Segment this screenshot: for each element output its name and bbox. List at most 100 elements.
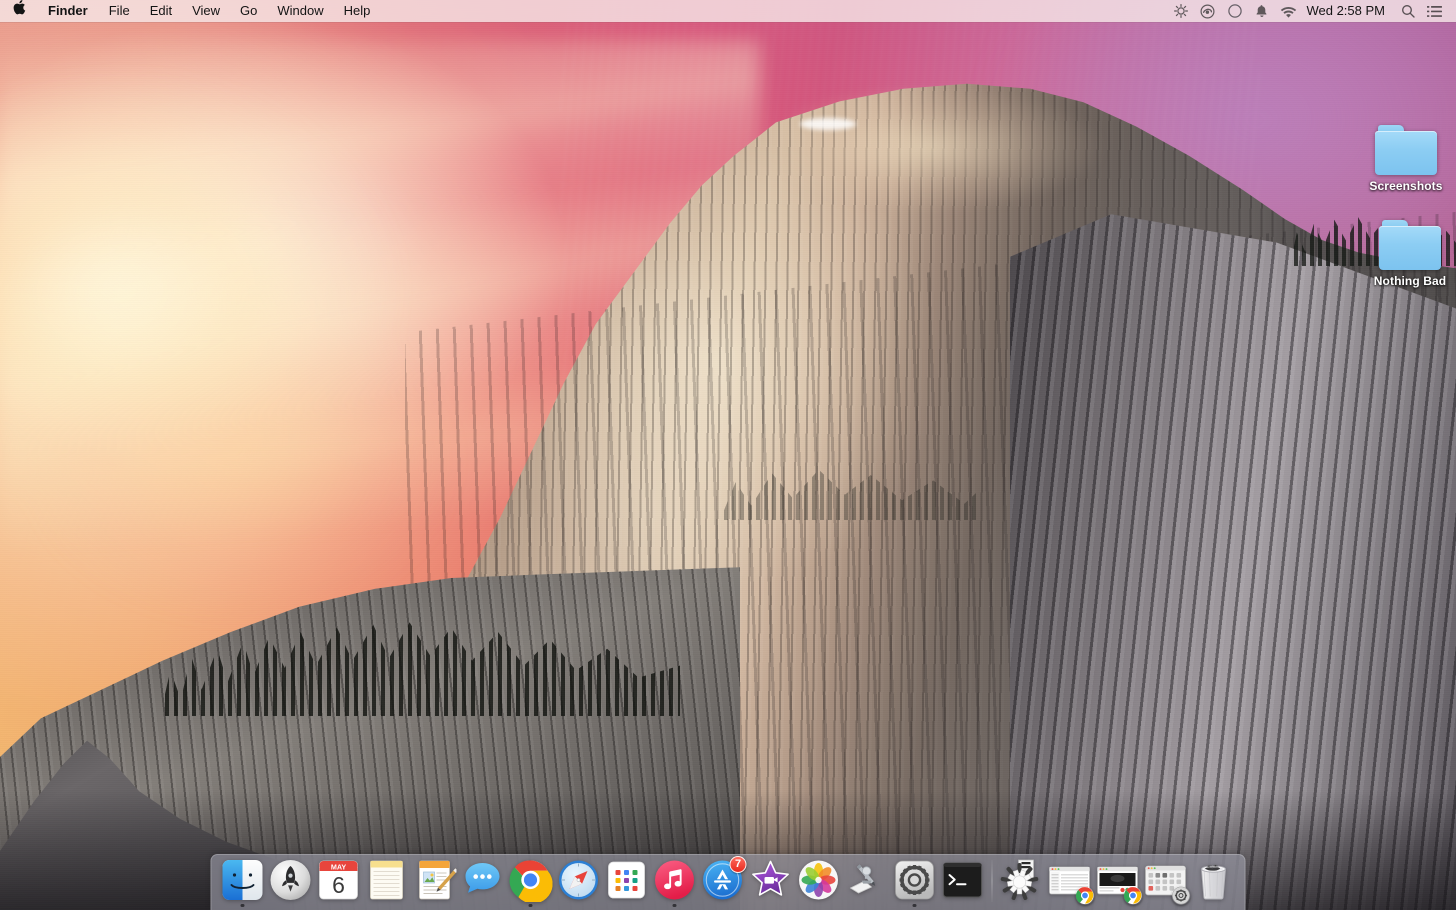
desktop-icon-label: Screenshots <box>1369 179 1442 193</box>
folder-body <box>1379 226 1441 270</box>
dock-item-safari[interactable] <box>555 854 603 908</box>
dock-item-finder[interactable] <box>219 854 267 908</box>
running-indicator <box>241 904 245 908</box>
running-indicator <box>865 904 869 908</box>
list-lines-glyph <box>1427 5 1442 18</box>
minimized-system-preferences-window-icon <box>1144 858 1188 902</box>
menu-bar-status-area: Wed 2:58 PM <box>1167 0 1456 22</box>
dropbox-icon[interactable] <box>1221 0 1248 22</box>
running-indicator <box>673 904 677 908</box>
folder-icon <box>1379 220 1441 270</box>
dock-item-photos[interactable] <box>795 854 843 908</box>
finder-icon <box>221 858 265 902</box>
calendar-icon: MAY 6 <box>317 858 361 902</box>
dock-item-grid-app[interactable] <box>603 854 651 908</box>
running-indicator <box>1068 904 1072 908</box>
menu-item-help[interactable]: Help <box>334 0 381 22</box>
dock-item-trash[interactable] <box>1190 854 1238 908</box>
menu-bar-left: Finder File Edit View Go Window Help <box>0 0 380 22</box>
notification-bell-icon[interactable] <box>1248 0 1275 22</box>
dock-item-messages[interactable] <box>459 854 507 908</box>
apple-menu-icon[interactable] <box>0 0 37 22</box>
running-indicator <box>529 904 533 908</box>
xcode-icon <box>845 858 889 902</box>
running-indicator <box>1164 904 1168 908</box>
running-indicator <box>385 904 389 908</box>
menu-item-edit[interactable]: Edit <box>140 0 182 22</box>
dock-item-minimized-system-preferences-window[interactable] <box>1142 854 1190 908</box>
notes-icon <box>365 858 409 902</box>
safari-icon <box>557 858 601 902</box>
wifi-icon[interactable] <box>1275 0 1302 22</box>
menu-item-view[interactable]: View <box>182 0 230 22</box>
app-store-badge: 7 <box>730 856 747 873</box>
menu-item-go[interactable]: Go <box>230 0 267 22</box>
desktop-wallpaper <box>0 0 1456 910</box>
running-indicator <box>817 904 821 908</box>
dock-item-launchpad[interactable] <box>267 854 315 908</box>
system-preferences-badge-icon <box>1172 886 1191 905</box>
minimized-chrome-video-window-icon <box>1096 858 1140 902</box>
brightness-glyph <box>1174 4 1188 18</box>
chrome-icon <box>509 858 553 902</box>
terminal-icon <box>941 858 985 902</box>
messages-icon <box>461 858 505 902</box>
dock-item-system-preferences[interactable] <box>891 854 939 908</box>
downloads-stack-icon <box>1000 858 1044 902</box>
desktop-icon-label: Nothing Bad <box>1374 274 1446 288</box>
notification-center-icon[interactable] <box>1421 0 1448 22</box>
chrome-badge-icon <box>1076 886 1095 905</box>
desktop-icon-nothing-bad[interactable]: Nothing Bad <box>1364 220 1456 288</box>
chrome-badge-icon <box>1124 886 1143 905</box>
menu-item-finder[interactable]: Finder <box>37 0 99 22</box>
dock-item-chrome[interactable] <box>507 854 555 908</box>
menu-item-file[interactable]: File <box>99 0 140 22</box>
wallpaper-snow-patch <box>800 118 856 130</box>
search-glyph <box>1401 4 1415 18</box>
dock-item-app-store[interactable]: 7 <box>699 854 747 908</box>
running-indicator <box>769 904 773 908</box>
running-indicator <box>481 904 485 908</box>
running-indicator <box>913 904 917 908</box>
running-indicator <box>625 904 629 908</box>
dropbox-glyph <box>1228 4 1242 18</box>
calendar-day: 6 <box>332 872 345 898</box>
spotlight-search-icon[interactable] <box>1394 0 1421 22</box>
wallpaper-half-dome-group <box>0 0 1456 910</box>
system-preferences-icon <box>893 858 937 902</box>
dock-item-notes[interactable] <box>363 854 411 908</box>
dock-item-imovie[interactable] <box>747 854 795 908</box>
wallpaper-dome-summit-light <box>790 88 1210 238</box>
creative-cloud-icon[interactable] <box>1194 0 1221 22</box>
dock-item-itunes[interactable] <box>651 854 699 908</box>
dock: MAY 6 <box>211 854 1246 910</box>
running-indicator <box>433 904 437 908</box>
dock-item-minimized-chrome-video-window[interactable] <box>1094 854 1142 908</box>
dock-item-pages[interactable] <box>411 854 459 908</box>
dock-item-downloads-stack[interactable] <box>998 854 1046 908</box>
dock-separator <box>992 860 993 902</box>
trash-icon <box>1192 858 1236 902</box>
running-indicator <box>289 904 293 908</box>
menu-item-window[interactable]: Window <box>267 0 333 22</box>
menu-bar-clock[interactable]: Wed 2:58 PM <box>1302 0 1394 22</box>
brightness-icon[interactable] <box>1167 0 1194 22</box>
running-indicator <box>721 904 725 908</box>
photos-icon <box>797 858 841 902</box>
desktop-icon-screenshots[interactable]: Screenshots <box>1360 125 1452 193</box>
apple-logo-icon <box>13 0 26 15</box>
dock-item-terminal[interactable] <box>939 854 987 908</box>
minimized-chrome-window-icon <box>1048 858 1092 902</box>
creative-cloud-glyph <box>1200 4 1215 19</box>
pages-icon <box>413 858 457 902</box>
running-indicator <box>1116 904 1120 908</box>
calendar-month: MAY <box>331 862 347 871</box>
dock-item-xcode[interactable] <box>843 854 891 908</box>
wifi-glyph <box>1280 5 1297 18</box>
bell-glyph <box>1255 4 1268 18</box>
folder-icon <box>1375 125 1437 175</box>
running-indicator <box>961 904 965 908</box>
imovie-icon <box>749 858 793 902</box>
dock-item-calendar[interactable]: MAY 6 <box>315 854 363 908</box>
dock-item-minimized-chrome-window[interactable] <box>1046 854 1094 908</box>
